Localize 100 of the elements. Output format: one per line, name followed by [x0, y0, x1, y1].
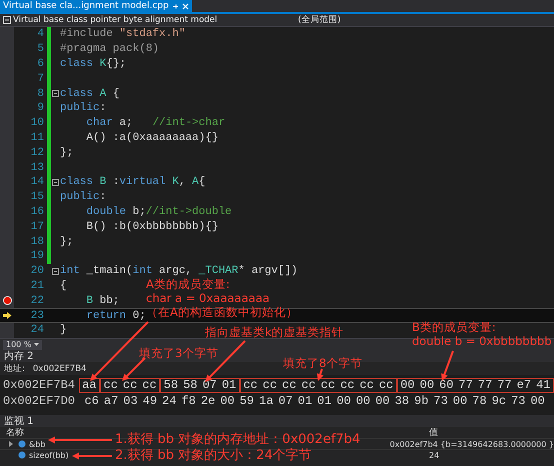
collapse-icon[interactable]	[52, 178, 59, 186]
memory-byte: 77	[458, 378, 474, 392]
memory-address: 0x002EF7B4	[2, 378, 76, 392]
memory-byte: cc	[141, 378, 158, 392]
line-number: 7	[36, 72, 44, 85]
memory-byte: 77	[476, 378, 494, 392]
memory-byte: 77	[496, 378, 513, 392]
memory-byte: 9b	[413, 394, 430, 408]
memory-byte: 1a	[258, 394, 274, 408]
watch-value: 0x002ef7b4 {b=3149642683.0000000 }	[390, 440, 554, 448]
code-line: A() :a(0xaaaaaaaa){}	[85, 132, 218, 144]
line-number: 23	[30, 310, 44, 322]
code-line: public:	[60, 191, 106, 204]
memory-byte: 59	[238, 394, 256, 408]
memory-byte: 38	[394, 394, 410, 408]
code-line: }	[60, 324, 67, 336]
memory-byte: 58	[162, 378, 180, 392]
annotation-text: 2.获得 bb 对象的大小：24个字节	[115, 448, 312, 464]
memory-byte: a7	[102, 394, 120, 408]
memory-byte: 49	[142, 394, 158, 408]
file-tab[interactable]: Virtual base cla...ignment model.cpp	[0, 0, 192, 12]
code-line: };	[60, 146, 74, 159]
annotation-text: 指向虚基类k的虚基类指针	[205, 325, 344, 339]
line-number: 6	[36, 58, 44, 70]
code-line: double b;//int->double	[85, 206, 232, 218]
memory-byte: c6	[83, 394, 100, 408]
memory-byte: 01	[316, 394, 333, 408]
memory-byte: 24	[161, 394, 178, 408]
memory-byte: 2e	[200, 394, 216, 408]
memory-byte: cc	[262, 378, 278, 392]
code-line: B() :b(0xbbbbbbbb){}	[85, 220, 218, 233]
memory-byte: 73	[432, 394, 449, 408]
annotation-text: double b = 0xbbbbbbbb	[412, 334, 552, 348]
memory-byte: cc	[300, 378, 317, 392]
class-file-icon	[3, 16, 11, 24]
line-number: 18	[30, 236, 44, 248]
memory-byte: cc	[339, 378, 356, 392]
memory-byte: cc	[102, 378, 119, 392]
address-field[interactable]: 0x002EF7B4	[32, 364, 86, 374]
code-line: int _tmain(int argc, _TCHAR* argv[])	[60, 265, 298, 278]
line-number: 11	[30, 132, 44, 144]
annotation-arrow	[441, 350, 454, 381]
annotation-text: char a = 0xaaaaaaaa	[146, 291, 271, 305]
annotation-arrow	[205, 340, 246, 382]
line-number: 14	[30, 176, 44, 188]
code-line: char a; //int->char	[85, 117, 226, 130]
memory-byte: cc	[378, 378, 394, 392]
scope-dropdown[interactable]: Virtual base class pointer byte alignment model	[13, 15, 218, 25]
code-line: class K{};	[60, 58, 126, 70]
breakpoint-icon[interactable]	[2, 296, 12, 306]
memory-byte: 78	[471, 394, 488, 408]
memory-byte: 00	[418, 378, 436, 392]
memory-byte: 9c	[490, 394, 508, 408]
code-line: class B :virtual K, A{	[60, 176, 206, 188]
memory-byte: 00	[336, 394, 352, 408]
annotation-text: 1.获得 bb 对象的内存地址：0x002ef7b4	[115, 432, 360, 448]
code-line: #pragma pack(8)	[60, 43, 160, 56]
memory-byte: 01	[296, 394, 314, 408]
expand-icon[interactable]	[8, 441, 12, 447]
memory-byte: cc	[122, 378, 138, 392]
watch-value: 24	[429, 450, 440, 460]
annotation-text: 填充了8个字节	[283, 356, 362, 370]
line-number: 15	[30, 191, 44, 204]
annotation-text: 填充了3个字节	[139, 346, 218, 360]
current-statement-arrow-icon	[2, 312, 12, 320]
line-number: 9	[36, 102, 44, 114]
memory-byte: 00	[399, 378, 416, 392]
line-number: 21	[30, 280, 44, 292]
memory-address: 0x002EF7D0	[2, 394, 76, 408]
collapse-icon[interactable]	[52, 268, 59, 275]
zoom-dropdown[interactable]: 100 %	[3, 340, 42, 350]
address-label: 地址:	[4, 362, 25, 374]
collapse-icon[interactable]	[52, 90, 59, 98]
annotation-text: （在A的构造函数中初始化）	[146, 305, 298, 319]
line-number: 10	[30, 117, 44, 130]
annotation-arrow	[316, 368, 324, 381]
memory-byte: 00	[219, 394, 236, 408]
memory-byte: 03	[122, 394, 139, 408]
memory-byte: f8	[180, 394, 197, 408]
close-icon[interactable]	[182, 2, 189, 10]
line-number: 8	[36, 88, 44, 100]
line-number: 19	[30, 250, 44, 262]
memory-byte: 73	[510, 394, 526, 408]
line-number: 22	[30, 294, 44, 307]
memory-byte: 58	[182, 378, 198, 392]
memory-byte: 07	[277, 394, 294, 408]
watch-name: sizeof(bb)	[29, 450, 69, 460]
member-dropdown[interactable]: (全局范围)	[298, 14, 341, 26]
line-number: 20	[30, 265, 44, 278]
code-line: public:	[60, 102, 106, 114]
memory-byte: 00	[354, 394, 372, 408]
memory-byte: cc	[358, 378, 375, 392]
memory-byte: 01	[220, 378, 238, 392]
line-number: 24	[30, 324, 44, 336]
column-header: 值	[429, 427, 438, 439]
annotation-text: A类的成员变量:	[146, 277, 231, 291]
column-header: 名称	[6, 426, 24, 439]
annotation-text: B类的成员变量:	[412, 320, 497, 334]
line-number: 4	[36, 28, 44, 40]
memory-byte: 00	[374, 394, 391, 408]
